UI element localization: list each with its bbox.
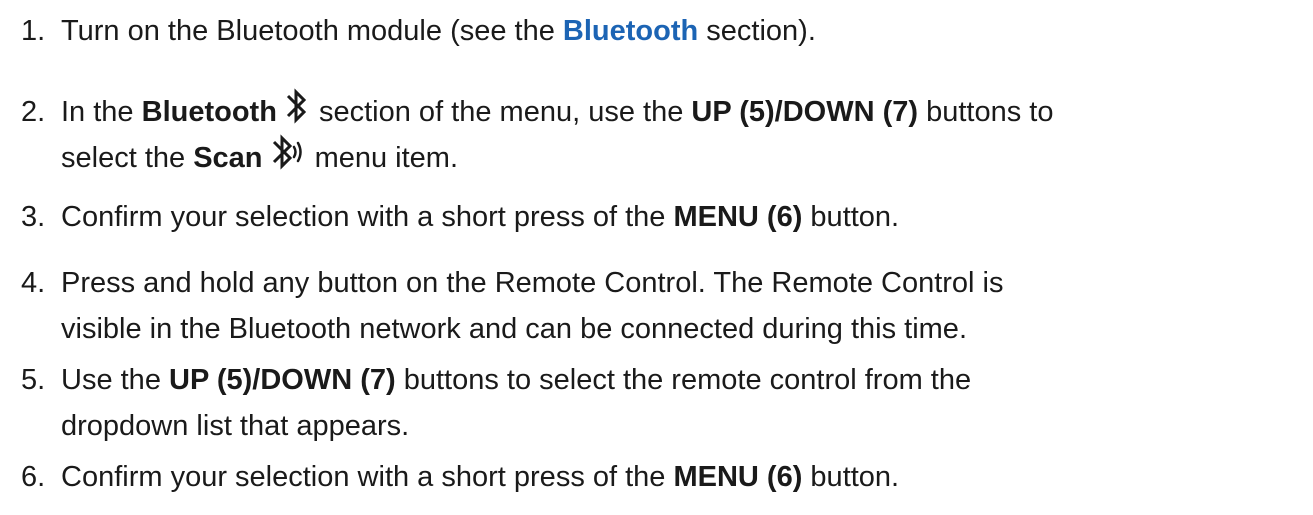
instruction-list: 1. Turn on the Bluetooth module (see the … [0,0,1313,515]
step-text: section of the menu, use the [310,96,692,128]
up-down-buttons-label: UP (5)/DOWN (7) [691,96,919,128]
step-line: 6. Confirm your selection with a short pr… [21,454,1306,500]
step-text: Confirm your selection with a short pres… [61,461,674,493]
step-6: 6. Confirm your selection with a short pr… [21,454,1306,500]
menu-button-label: MENU (6) [673,461,803,493]
bluetooth-label: Bluetooth [141,96,277,128]
step-2: 2. In the Bluetooth section of the menu, … [21,87,1306,179]
step-number: 6. [21,461,46,493]
step-text: section). [698,15,816,47]
up-down-buttons-label: UP (5)/DOWN (7) [169,364,396,396]
step-line: visible in the Bluetooth network and can… [21,306,1306,352]
scan-label: Scan [193,142,263,174]
step-text: buttons to [918,96,1054,128]
step-3: 3. Confirm your selection with a short pr… [21,194,1306,240]
step-number: 5. [21,364,46,396]
step-text: select the [61,142,194,174]
step-number: 1. [21,15,46,47]
step-text: Press and hold any button on the Remote … [61,267,1004,299]
step-1: 1. Turn on the Bluetooth module (see the … [21,8,1306,54]
step-4: 4. Press and hold any button on the Remot… [21,260,1306,352]
step-line: 5. Use the UP (5)/DOWN (7) buttons to sel… [21,357,1306,403]
step-line: 4. Press and hold any button on the Remot… [21,260,1306,306]
step-text: Confirm your selection with a short pres… [61,201,674,233]
step-line: 2. In the Bluetooth section of the menu, … [21,87,1306,133]
bluetooth-icon [283,87,309,125]
step-text: In the [61,96,142,128]
step-line: 3. Confirm your selection with a short pr… [21,194,1306,240]
step-text: button. [802,461,900,493]
step-5: 5. Use the UP (5)/DOWN (7) buttons to sel… [21,357,1306,449]
menu-button-label: MENU (6) [673,201,803,233]
step-line: dropdown list that appears. [21,403,1306,449]
step-line: 1. Turn on the Bluetooth module (see the … [21,8,1306,54]
step-line: select the Scan menu item. [21,133,1306,179]
step-text: Use the [61,364,169,396]
step-number: 3. [21,201,46,233]
step-text: menu item. [306,142,459,174]
step-text: button. [802,201,900,233]
bluetooth-scan-icon [269,133,305,171]
step-number: 4. [21,267,46,299]
step-text: buttons to select the remote control fro… [395,364,972,396]
step-text: dropdown list that appears. [61,410,410,442]
bluetooth-section-link[interactable]: Bluetooth [563,15,698,47]
step-text: Turn on the Bluetooth module (see the [61,15,563,47]
step-text: visible in the Bluetooth network and can… [61,313,967,345]
step-number: 2. [21,96,46,128]
